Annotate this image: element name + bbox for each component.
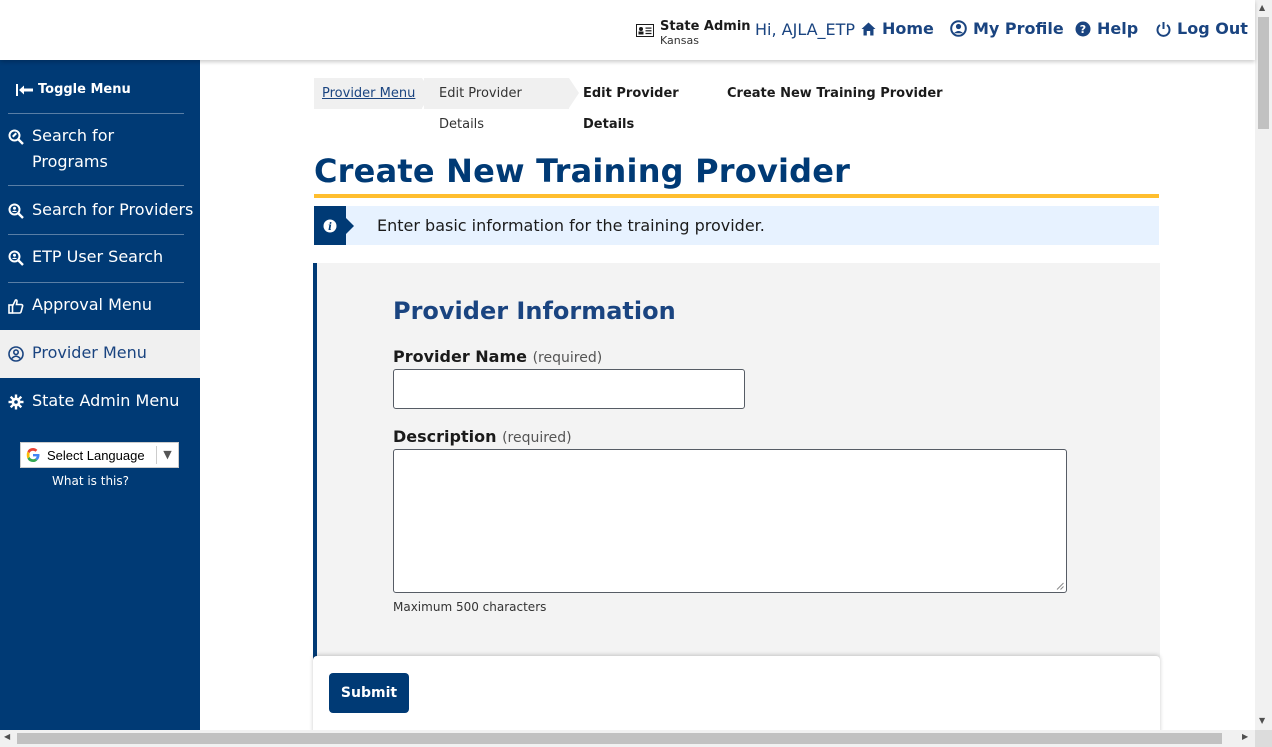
top-header: State Admin Kansas Hi, AJLA_ETP Home My … [0, 0, 1255, 60]
breadcrumb-provider-menu[interactable]: Provider Menu [314, 78, 432, 109]
breadcrumb: Provider Menu Edit Provider Details Edit… [314, 78, 943, 132]
required-indicator: (required) [532, 350, 603, 366]
sidebar-item-label: Search for Providers [32, 200, 194, 219]
breadcrumb-chevron [422, 78, 432, 108]
id-card-icon [636, 24, 654, 37]
sidebar-item-search-providers[interactable]: Search for Providers [0, 197, 200, 223]
breadcrumb-chevron [569, 78, 579, 108]
title-underline [314, 194, 1159, 198]
sidebar-item-approval-menu[interactable]: Approval Menu [0, 292, 200, 318]
sidebar-item-search-programs[interactable]: Search for Programs [0, 123, 200, 177]
info-icon: i [323, 219, 337, 233]
sidebar-divider [8, 113, 184, 114]
gear-icon [8, 394, 24, 410]
svg-text:i: i [328, 222, 332, 233]
svg-text:?: ? [1080, 23, 1086, 36]
toggle-menu-label: Toggle Menu [38, 82, 131, 97]
provider-icon [8, 346, 24, 362]
required-indicator: (required) [502, 430, 572, 446]
sidebar-divider [8, 234, 184, 235]
role-indicator: State Admin Kansas [636, 19, 751, 47]
sidebar-item-label: State Admin Menu [32, 391, 180, 410]
role-title: State Admin [660, 19, 751, 34]
submit-button[interactable]: Submit [329, 673, 409, 713]
user-circle-icon [950, 20, 967, 37]
home-icon [861, 22, 876, 35]
sidebar-item-state-admin-menu[interactable]: State Admin Menu [0, 388, 200, 414]
scroll-right-icon[interactable]: ▶ [1242, 732, 1248, 741]
breadcrumb-label: Provider Menu [322, 86, 416, 101]
vertical-scrollbar[interactable]: ▲ ▼ [1255, 0, 1272, 730]
sidebar-item-label: Approval Menu [32, 295, 153, 314]
dropdown-arrow-icon: ▼ [156, 446, 178, 464]
description-hint: Maximum 500 characters [393, 600, 547, 614]
my-profile-link[interactable]: My Profile [950, 19, 1064, 38]
sidebar-divider [8, 282, 184, 283]
search-providers-icon [8, 203, 24, 219]
my-profile-link-label: My Profile [973, 19, 1064, 38]
home-link[interactable]: Home [861, 19, 934, 38]
sidebar-item-etp-user-search[interactable]: ETP User Search [0, 244, 200, 270]
description-label: Description (required) [393, 427, 572, 446]
user-search-icon [8, 250, 24, 266]
sidebar-item-label: Search for Programs [32, 126, 115, 171]
question-circle-icon: ? [1075, 21, 1091, 36]
breadcrumb-label: Edit Provider Details [583, 86, 679, 132]
breadcrumb-edit-provider-details: Edit Provider Details [424, 78, 579, 132]
sidebar-divider [8, 185, 184, 186]
language-select-label: Select Language [47, 447, 145, 463]
sidebar-item-label: Provider Menu [32, 343, 147, 362]
google-logo-icon [26, 448, 40, 462]
provider-name-input[interactable] [393, 369, 745, 409]
description-label-text: Description [393, 427, 497, 446]
alert-text: Enter basic information for the training… [377, 216, 765, 235]
breadcrumb-edit-provider-details-current: Edit Provider Details [569, 78, 727, 132]
log-out-link[interactable]: Log Out [1156, 19, 1248, 38]
horizontal-scroll-thumb[interactable] [17, 733, 1222, 744]
vertical-scroll-thumb[interactable] [1258, 17, 1269, 129]
user-greeting: Hi, AJLA_ETP [755, 20, 856, 39]
scroll-up-icon[interactable]: ▲ [1259, 3, 1265, 12]
thumbs-up-icon [8, 299, 24, 314]
what-is-this-link[interactable]: What is this? [52, 474, 129, 488]
power-icon [1156, 21, 1171, 37]
info-alert: i Enter basic information for the traini… [314, 206, 1159, 245]
sidebar-item-label: ETP User Search [32, 247, 164, 266]
help-link-label: Help [1097, 19, 1139, 38]
submit-bar [313, 656, 1160, 736]
resize-grip-icon[interactable] [1056, 582, 1064, 590]
scroll-down-icon[interactable]: ▼ [1259, 716, 1265, 725]
provider-name-label: Provider Name (required) [393, 347, 602, 366]
home-link-label: Home [882, 19, 934, 38]
description-textarea[interactable] [393, 449, 1067, 593]
breadcrumb-label: Create New Training Provider [727, 86, 943, 101]
log-out-link-label: Log Out [1177, 19, 1248, 38]
page-title: Create New Training Provider [314, 152, 851, 190]
alert-icon-box: i [314, 206, 354, 245]
breadcrumb-label: Edit Provider Details [439, 86, 522, 132]
sidebar-item-provider-menu[interactable]: Provider Menu [0, 330, 200, 378]
help-link[interactable]: ? Help [1075, 19, 1138, 38]
collapse-menu-icon [16, 83, 33, 96]
toggle-menu-button[interactable]: Toggle Menu [16, 82, 131, 97]
language-select[interactable]: Select Language ▼ [20, 442, 179, 468]
role-state: Kansas [660, 34, 699, 47]
provider-name-label-text: Provider Name [393, 347, 527, 366]
search-programs-icon [8, 129, 24, 145]
scrollbar-corner [1255, 730, 1272, 747]
sidebar: Toggle Menu Search for Programs Search f… [0, 60, 200, 732]
section-title: Provider Information [393, 297, 676, 325]
scroll-left-icon[interactable]: ◀ [4, 732, 10, 741]
breadcrumb-create-new-training-provider: Create New Training Provider [727, 78, 943, 109]
horizontal-scrollbar[interactable]: ◀ ▶ [0, 730, 1255, 747]
